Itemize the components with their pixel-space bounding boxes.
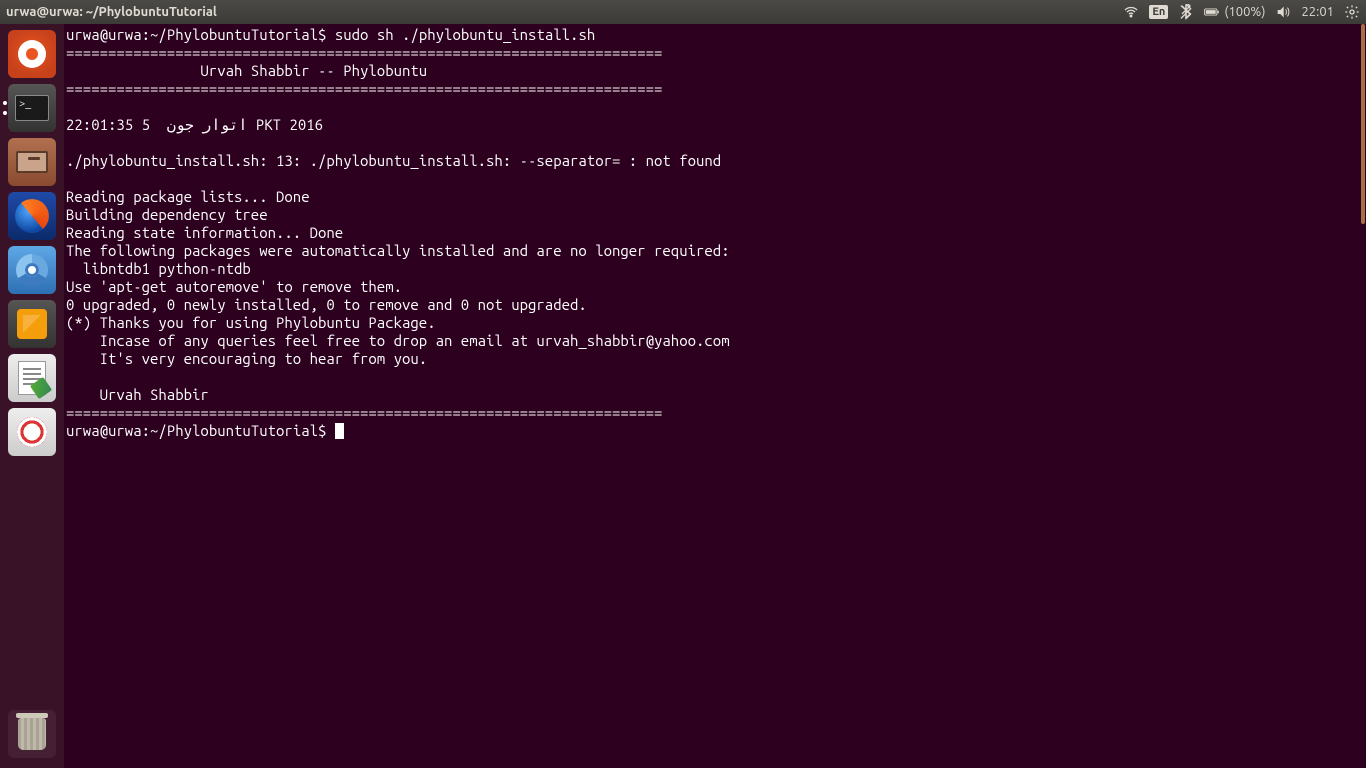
out-encouraging: It's very encouraging to hear from you. (66, 350, 427, 367)
cursor (335, 423, 344, 439)
launcher-gedit[interactable] (8, 354, 56, 402)
language-label: En (1149, 5, 1168, 19)
launcher-terminal[interactable]: >_ (8, 84, 56, 132)
out-reading-lists: Reading package lists... Done (66, 188, 310, 205)
out-building-tree: Building dependency tree (66, 206, 268, 223)
chromium-icon (16, 254, 48, 286)
date-line: اتوار جون 5 22:01:35 PKT 2016 (66, 116, 323, 133)
launcher-sublime[interactable] (8, 300, 56, 348)
out-reading-state: Reading state information... Done (66, 224, 343, 241)
separator-3: ========================================… (66, 404, 662, 421)
wifi-icon (1123, 4, 1139, 20)
launcher-trash[interactable] (8, 710, 56, 758)
network-indicator[interactable] (1123, 4, 1139, 20)
prompt-1: urwa@urwa:~/PhylobuntuTutorial$ (66, 26, 335, 43)
bluetooth-icon (1178, 4, 1194, 20)
clock-time: 22:01 (1301, 5, 1334, 19)
clock-indicator[interactable]: 22:01 (1301, 5, 1334, 19)
evince-icon (17, 417, 47, 447)
window-title: urwa@urwa: ~/PhylobuntuTutorial (6, 5, 217, 19)
launcher-chromium[interactable] (8, 246, 56, 294)
files-icon (16, 151, 48, 173)
gear-icon (1344, 4, 1360, 20)
language-indicator[interactable]: En (1149, 5, 1168, 19)
scrollbar[interactable] (1361, 24, 1365, 224)
out-upgrade-summary: 0 upgraded, 0 newly installed, 0 to remo… (66, 296, 587, 313)
command-1: sudo sh ./phylobuntu_install.sh (335, 26, 595, 43)
sound-indicator[interactable] (1275, 4, 1291, 20)
prompt-2: urwa@urwa:~/PhylobuntuTutorial$ (66, 422, 335, 439)
bluetooth-indicator[interactable] (1178, 4, 1194, 20)
trash-icon (18, 718, 46, 750)
gedit-icon (18, 361, 46, 395)
launcher-firefox[interactable] (8, 192, 56, 240)
session-indicator[interactable] (1344, 4, 1360, 20)
out-thanks: (*) Thanks you for using Phylobuntu Pack… (66, 314, 436, 331)
out-signature: Urvah Shabbir (66, 386, 209, 403)
out-autoremove-hint: Use 'apt-get autoremove' to remove them. (66, 278, 402, 295)
terminal-output[interactable]: urwa@urwa:~/PhylobuntuTutorial$ sudo sh … (64, 24, 1366, 768)
separator-2: ========================================… (66, 80, 662, 97)
top-menu-bar: urwa@urwa: ~/PhylobuntuTutorial En (100%… (0, 0, 1366, 24)
battery-icon (1204, 4, 1220, 20)
out-incase: Incase of any queries feel free to drop … (66, 332, 730, 349)
sublime-icon (17, 309, 47, 339)
launcher: >_ (0, 24, 64, 768)
battery-indicator[interactable]: (100%) (1204, 4, 1265, 20)
firefox-icon (15, 199, 49, 233)
banner-line: Urvah Shabbir -- Phylobuntu (66, 62, 427, 79)
error-line: ./phylobuntu_install.sh: 13: ./phylobunt… (66, 152, 721, 169)
separator-1: ========================================… (66, 44, 662, 61)
volume-icon (1275, 4, 1291, 20)
ubuntu-icon (18, 40, 46, 68)
launcher-files[interactable] (8, 138, 56, 186)
terminal-icon: >_ (15, 95, 49, 121)
launcher-evince[interactable] (8, 408, 56, 456)
out-package-names: libntdb1 python-ntdb (66, 260, 251, 277)
launcher-dash[interactable] (8, 30, 56, 78)
battery-percent: (100%) (1224, 5, 1265, 19)
out-auto-installed: The following packages were automaticall… (66, 242, 730, 259)
